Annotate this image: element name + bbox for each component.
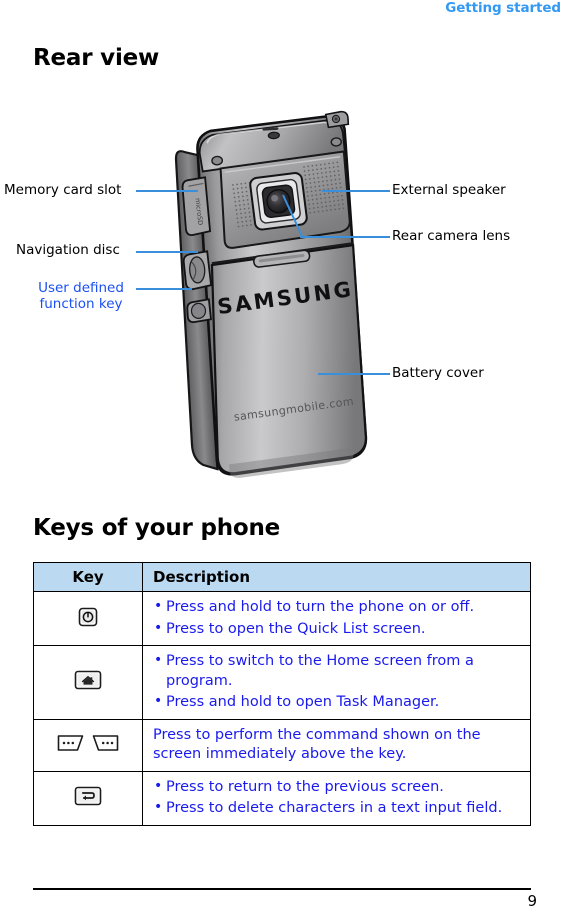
right-soft-key-icon — [92, 735, 119, 751]
table-row: Press to perform the command shown on th… — [33, 718, 531, 772]
callout-external-speaker: External speaker — [392, 182, 506, 198]
phone-illustration: SAMSUNG samsungmobile.com microSD — [168, 110, 373, 490]
list-item: Press and hold to open Task Manager. — [153, 692, 522, 713]
callout-user-defined-line2: function key — [39, 296, 123, 312]
description-cell-power: Press and hold to turn the phone on or o… — [142, 591, 531, 646]
description-cell-home: Press to switch to the Home screen from … — [142, 645, 531, 720]
keys-table: Key Description Press and hold to turn t… — [33, 562, 531, 826]
description-text: Press to perform the command shown on th… — [153, 726, 481, 763]
power-key-icon — [76, 605, 100, 633]
description-bullet-list: Press to return to the previous screen. … — [153, 777, 522, 819]
callout-battery-cover: Battery cover — [392, 365, 484, 381]
home-key-icon — [73, 669, 103, 695]
callout-navigation-disc: Navigation disc — [16, 242, 120, 258]
key-cell-back — [33, 770, 143, 826]
description-bullet-list: Press and hold to turn the phone on or o… — [153, 597, 522, 640]
list-item: Press to switch to the Home screen from … — [153, 651, 522, 691]
key-cell-power — [33, 591, 143, 646]
description-bullet-list: Press to switch to the Home screen from … — [153, 651, 522, 713]
page-number: 9 — [527, 892, 537, 910]
callout-user-defined-line1: User defined — [38, 280, 124, 296]
column-header-description: Description — [142, 562, 531, 592]
leader-line-rear-camera-lens-diagonal — [282, 194, 303, 237]
description-cell-soft-keys: Press to perform the command shown on th… — [142, 718, 531, 772]
list-item: Press and hold to turn the phone on or o… — [153, 597, 522, 618]
page-title-keys-of-your-phone: Keys of your phone — [33, 515, 281, 541]
rear-view-figure: SAMSUNG samsungmobile.com microSD Memory… — [0, 110, 565, 500]
soft-keys-icon — [56, 733, 120, 753]
back-key-icon — [73, 785, 103, 811]
table-row: Press to switch to the Home screen from … — [33, 645, 531, 720]
table-header-row: Key Description — [33, 562, 531, 592]
running-header-title: Getting started — [445, 0, 561, 16]
leader-line-navigation-disc — [136, 251, 198, 253]
key-cell-soft-keys — [33, 718, 143, 772]
left-soft-key-icon — [57, 735, 84, 751]
footer-divider — [33, 888, 531, 890]
callout-memory-card-slot: Memory card slot — [4, 182, 122, 198]
column-header-key: Key — [33, 562, 143, 592]
table-row: Press to return to the previous screen. … — [33, 770, 531, 826]
list-item: Press to open the Quick List screen. — [153, 619, 522, 640]
key-cell-home — [33, 645, 143, 720]
leader-line-memory-card-slot — [136, 190, 198, 192]
list-item: Press to delete characters in a text inp… — [153, 798, 522, 819]
description-cell-back: Press to return to the previous screen. … — [142, 770, 531, 826]
list-item: Press to return to the previous screen. — [153, 777, 522, 798]
callout-rear-camera-lens: Rear camera lens — [392, 228, 511, 244]
table-row: Press and hold to turn the phone on or o… — [33, 591, 531, 646]
leader-line-battery-cover — [318, 373, 390, 375]
leader-line-user-defined-function-key — [136, 288, 192, 290]
leader-line-external-speaker — [322, 190, 390, 192]
page-title-rear-view: Rear view — [33, 45, 160, 71]
callout-user-defined-function-key: User defined function key — [25, 280, 137, 312]
